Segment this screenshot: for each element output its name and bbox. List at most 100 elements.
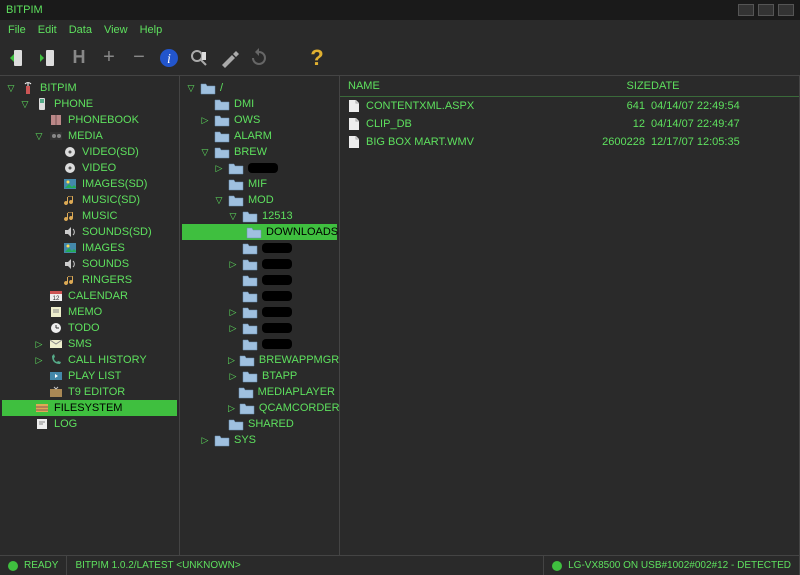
fs-node[interactable]: ALARM xyxy=(182,128,337,144)
col-header-name[interactable]: NAME xyxy=(348,80,591,92)
toolbar-add[interactable]: + xyxy=(98,47,120,69)
fs-node[interactable]: ▽12513 xyxy=(182,208,337,224)
nav-node[interactable]: SOUNDS xyxy=(2,256,177,272)
expander-icon[interactable]: ▽ xyxy=(186,83,196,94)
nav-node[interactable]: MUSIC(SD) xyxy=(2,192,177,208)
nav-node[interactable]: FILESYSTEM xyxy=(2,400,177,416)
expander-icon[interactable]: ▷ xyxy=(200,435,210,446)
expander-icon[interactable]: ▷ xyxy=(228,307,238,318)
fs-node[interactable]: DMI xyxy=(182,96,337,112)
file-row[interactable]: BIG BOX MART.WMV260022812/17/07 12:05:35 xyxy=(340,133,799,151)
folder-icon xyxy=(239,353,255,367)
expander-icon[interactable]: ▽ xyxy=(200,147,210,158)
window-controls xyxy=(738,4,794,16)
nav-node[interactable]: ▽MEDIA xyxy=(2,128,177,144)
menu-file[interactable]: File xyxy=(8,24,26,36)
fs-node[interactable]: MEDIAPLAYER xyxy=(182,384,337,400)
fs-node[interactable]: ▷SYS xyxy=(182,432,337,448)
fs-node[interactable]: ▷ xyxy=(182,160,337,176)
menu-edit[interactable]: Edit xyxy=(38,24,57,36)
expander-icon[interactable]: ▷ xyxy=(228,259,238,270)
file-row[interactable]: CLIP_DB1204/14/07 22:49:47 xyxy=(340,115,799,133)
col-header-size[interactable]: SIZE xyxy=(591,80,651,92)
toolbar-history[interactable]: H xyxy=(68,47,90,69)
nav-node[interactable]: LOG xyxy=(2,416,177,432)
expander-icon[interactable]: ▽ xyxy=(228,211,238,222)
fs-node[interactable]: ▷BREWAPPMGR xyxy=(182,352,337,368)
file-row[interactable]: CONTENTXML.ASPX64104/14/07 22:49:54 xyxy=(340,97,799,115)
nav-node[interactable]: ▽PHONE xyxy=(2,96,177,112)
fs-node[interactable]: ▷OWS xyxy=(182,112,337,128)
toolbar-get-from-phone[interactable] xyxy=(38,47,60,69)
nav-node[interactable]: PHONEBOOK xyxy=(2,112,177,128)
fs-node[interactable]: ▷ QCAMCORDER xyxy=(182,400,337,416)
fs-node[interactable]: ▽MOD xyxy=(182,192,337,208)
menu-data[interactable]: Data xyxy=(69,24,92,36)
toolbar-remove[interactable]: − xyxy=(128,47,150,69)
nav-node[interactable]: MEMO xyxy=(2,304,177,320)
nav-node[interactable]: IMAGES(SD) xyxy=(2,176,177,192)
nav-label: PLAY LIST xyxy=(68,370,121,382)
fs-label: QCAMCORDER xyxy=(259,402,340,414)
expander-icon[interactable]: ▽ xyxy=(6,83,16,94)
fs-node[interactable] xyxy=(182,272,337,288)
fs-node[interactable] xyxy=(182,288,337,304)
nav-node[interactable]: PLAY LIST xyxy=(2,368,177,384)
nav-node[interactable]: VIDEO xyxy=(2,160,177,176)
fs-label: ALARM xyxy=(234,130,272,142)
minimize-button[interactable] xyxy=(738,4,754,16)
nav-node[interactable]: ▷SMS xyxy=(2,336,177,352)
fs-node[interactable]: ▷BTAPP xyxy=(182,368,337,384)
nav-label: IMAGES(SD) xyxy=(82,178,147,190)
menu-help[interactable]: Help xyxy=(140,24,163,36)
fs-node[interactable]: ▽/ xyxy=(182,80,337,96)
nav-node[interactable]: ▷CALL HISTORY xyxy=(2,352,177,368)
expander-icon[interactable]: ▷ xyxy=(34,355,44,366)
fs-node[interactable]: ▷ xyxy=(182,304,337,320)
fs-node[interactable]: ▷ xyxy=(182,256,337,272)
toolbar-search[interactable] xyxy=(188,47,210,69)
nav-node[interactable]: TODO xyxy=(2,320,177,336)
fs-node[interactable]: SHARED xyxy=(182,416,337,432)
music-icon xyxy=(62,193,78,207)
close-button[interactable] xyxy=(778,4,794,16)
nav-node[interactable]: SOUNDS(SD) xyxy=(2,224,177,240)
fs-node[interactable]: DOWNLOADS xyxy=(182,224,337,240)
folder-icon xyxy=(214,129,230,143)
expander-icon[interactable]: ▷ xyxy=(200,115,210,126)
toolbar-info[interactable]: i xyxy=(158,47,180,69)
expander-icon[interactable]: ▷ xyxy=(228,371,238,382)
nav-node[interactable]: 12CALENDAR xyxy=(2,288,177,304)
expander-icon[interactable]: ▷ xyxy=(228,403,235,414)
toolbar-refresh[interactable] xyxy=(248,47,270,69)
nav-node[interactable]: IMAGES xyxy=(2,240,177,256)
nav-node[interactable]: VIDEO(SD) xyxy=(2,144,177,160)
nav-label: VIDEO(SD) xyxy=(82,146,139,158)
nav-node[interactable]: ▽BITPIM xyxy=(2,80,177,96)
log-icon xyxy=(34,417,50,431)
toolbar-settings[interactable] xyxy=(218,47,240,69)
expander-icon[interactable]: ▷ xyxy=(228,355,235,366)
file-date: 04/14/07 22:49:47 xyxy=(651,118,791,130)
fs-node[interactable]: ▷ xyxy=(182,320,337,336)
expander-icon[interactable]: ▷ xyxy=(228,323,238,334)
nav-node[interactable]: T9 EDITOR xyxy=(2,384,177,400)
toolbar-help[interactable]: ? xyxy=(306,47,328,69)
fs-node[interactable]: MIF xyxy=(182,176,337,192)
fs-node[interactable] xyxy=(182,240,337,256)
nav-node[interactable]: RINGERS xyxy=(2,272,177,288)
expander-icon[interactable]: ▽ xyxy=(214,195,224,206)
expander-icon[interactable]: ▷ xyxy=(34,339,44,350)
fs-node[interactable]: ▽BREW xyxy=(182,144,337,160)
toolbar-send-to-phone[interactable] xyxy=(8,47,30,69)
maximize-button[interactable] xyxy=(758,4,774,16)
fs-node[interactable] xyxy=(182,336,337,352)
menu-view[interactable]: View xyxy=(104,24,128,36)
nav-node[interactable]: MUSIC xyxy=(2,208,177,224)
col-header-date[interactable]: DATE xyxy=(651,80,791,92)
expander-icon[interactable]: ▽ xyxy=(34,131,44,142)
expander-icon[interactable]: ▽ xyxy=(20,99,30,110)
file-icon xyxy=(348,135,360,149)
folder-icon xyxy=(228,177,244,191)
expander-icon[interactable]: ▷ xyxy=(214,163,224,174)
